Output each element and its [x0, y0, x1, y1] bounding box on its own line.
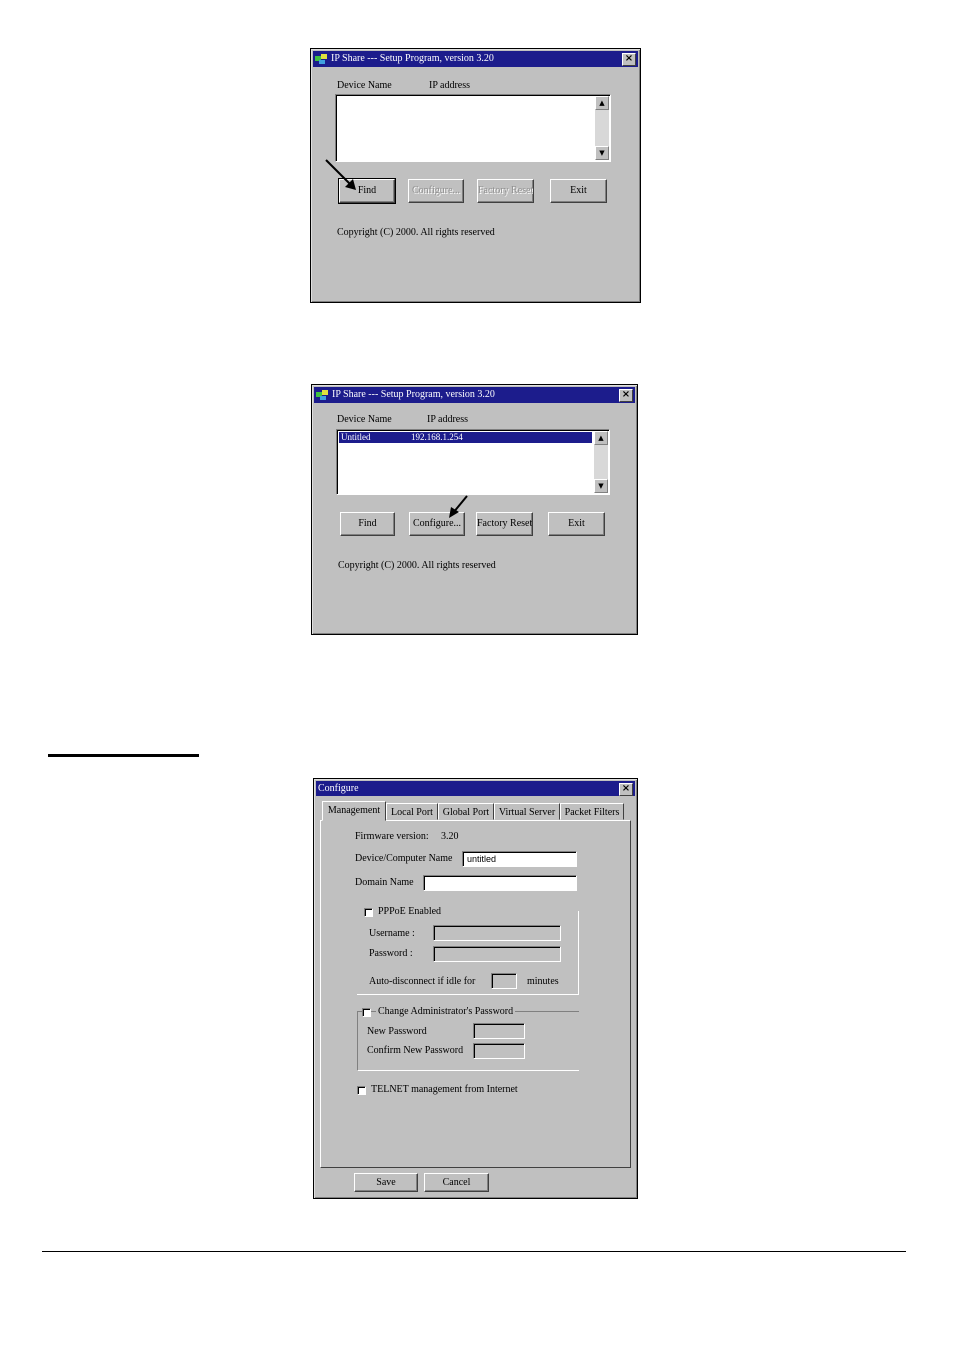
save-button[interactable]: Save: [354, 1173, 418, 1192]
username-label: Username :: [369, 928, 415, 939]
username-field[interactable]: [433, 925, 561, 941]
auto-disconnect-label: Auto-disconnect if idle for: [369, 976, 476, 987]
firmware-label: Firmware version:: [355, 831, 429, 842]
title-bar[interactable]: IP Share --- Setup Program, version 3.20…: [313, 51, 638, 67]
device-list[interactable]: Untitled 192.168.1.254 ▲ ▼: [336, 429, 610, 495]
close-icon[interactable]: ×: [619, 389, 633, 402]
domain-name-field[interactable]: [423, 875, 577, 891]
window-title: Configure: [318, 783, 359, 794]
find-button[interactable]: Find: [340, 512, 395, 536]
telnet-label: TELNET management from Internet: [371, 1084, 518, 1095]
column-header-ip: IP address: [427, 414, 469, 425]
pointer-arrow-icon: [325, 159, 356, 190]
setup-window-initial: IP Share --- Setup Program, version 3.20…: [310, 48, 641, 303]
tab-management[interactable]: Management: [322, 801, 386, 821]
device-ip-cell: 192.168.1.254: [411, 432, 463, 442]
change-password-checkbox[interactable]: [362, 1008, 371, 1017]
confirm-password-label: Confirm New Password: [367, 1045, 464, 1056]
factory-reset-button[interactable]: Factory Reset: [477, 179, 534, 203]
close-icon[interactable]: ×: [622, 53, 636, 66]
tab-strip: Management Local Port Global Port Virtua…: [322, 801, 632, 821]
password-field[interactable]: [433, 946, 561, 962]
window-title: IP Share --- Setup Program, version 3.20: [332, 389, 495, 400]
change-password-label: Change Administrator's Password: [376, 1006, 516, 1017]
scroll-down-icon[interactable]: ▼: [595, 146, 609, 160]
pointer-arrow-icon: [449, 495, 468, 518]
window-title: IP Share --- Setup Program, version 3.20: [331, 53, 494, 64]
exit-button[interactable]: Exit: [548, 512, 605, 536]
copyright-text: Copyright (C) 2000. All rights reserved: [337, 227, 495, 238]
scroll-up-icon[interactable]: ▲: [595, 96, 609, 110]
pppoe-label: PPPoE Enabled: [378, 906, 442, 917]
minutes-label: minutes: [527, 976, 559, 987]
cancel-button[interactable]: Cancel: [424, 1173, 489, 1192]
configure-button[interactable]: Configure...: [408, 179, 464, 203]
title-bar[interactable]: IP Share --- Setup Program, version 3.20…: [314, 387, 635, 403]
scrollbar[interactable]: ▲ ▼: [595, 96, 609, 160]
section-underline: [48, 754, 199, 757]
scrollbar[interactable]: ▲ ▼: [594, 431, 608, 493]
firmware-value: 3.20: [441, 831, 459, 842]
setup-window-found: IP Share --- Setup Program, version 3.20…: [311, 384, 638, 635]
network-app-icon: [315, 54, 327, 64]
factory-reset-button[interactable]: Factory Reset: [476, 512, 533, 536]
device-name-label: Device/Computer Name: [355, 853, 453, 864]
tab-global-port[interactable]: Global Port: [438, 803, 494, 820]
password-group-box: [357, 1011, 579, 1071]
device-row-selected[interactable]: Untitled 192.168.1.254: [339, 432, 592, 443]
new-password-label: New Password: [367, 1026, 427, 1037]
exit-button[interactable]: Exit: [550, 179, 607, 203]
column-header-ip: IP address: [429, 80, 471, 91]
management-panel: Firmware version: 3.20 Device/Computer N…: [320, 820, 631, 1168]
column-header-device: Device Name: [337, 414, 392, 425]
footer-rule: [42, 1251, 906, 1252]
idle-minutes-field[interactable]: [491, 973, 517, 989]
configure-dialog: Configure × Management Local Port Global…: [313, 778, 638, 1199]
title-bar[interactable]: Configure ×: [316, 781, 635, 796]
tab-packet-filters[interactable]: Packet Filters: [560, 803, 624, 820]
close-icon[interactable]: ×: [619, 783, 633, 796]
telnet-checkbox[interactable]: [357, 1086, 366, 1095]
column-header-device: Device Name: [337, 80, 392, 91]
scroll-up-icon[interactable]: ▲: [594, 431, 608, 445]
new-password-field[interactable]: [473, 1023, 525, 1039]
scroll-down-icon[interactable]: ▼: [594, 479, 608, 493]
device-name-cell: Untitled: [341, 432, 371, 442]
device-list[interactable]: ▲ ▼: [335, 94, 611, 162]
tab-local-port[interactable]: Local Port: [386, 803, 438, 820]
copyright-text: Copyright (C) 2000. All rights reserved: [338, 560, 496, 571]
password-label: Password :: [369, 948, 413, 959]
network-app-icon: [316, 390, 328, 400]
confirm-password-field[interactable]: [473, 1043, 525, 1059]
device-name-field[interactable]: untitled: [462, 851, 577, 867]
tab-virtual-server[interactable]: Virtual Server: [494, 803, 560, 820]
domain-name-label: Domain Name: [355, 877, 414, 888]
pppoe-checkbox[interactable]: [364, 908, 373, 917]
